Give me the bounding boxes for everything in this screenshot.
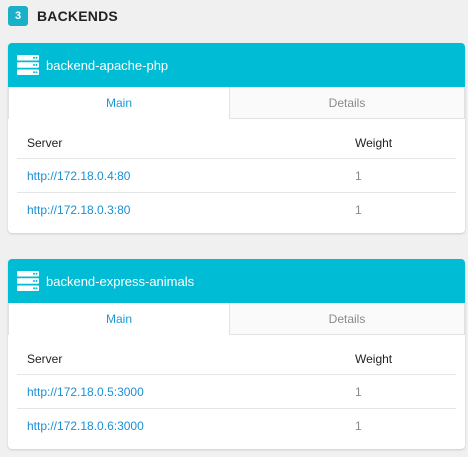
backends-count-badge: 3	[8, 6, 28, 26]
backend-tabs: Main Details	[8, 87, 465, 119]
backend-card-header: backend-express-animals	[8, 259, 465, 303]
table-row: http://172.18.0.5:3000 1	[17, 375, 456, 409]
column-header-server: Server	[27, 135, 63, 150]
table-row: http://172.18.0.3:80 1	[17, 193, 456, 226]
section-header: 3 BACKENDS	[8, 5, 118, 27]
tab-main[interactable]: Main	[8, 87, 230, 119]
servers-table: Server Weight http://172.18.0.5:3000 1 h…	[8, 343, 465, 442]
backend-card: backend-express-animals Main Details Ser…	[8, 259, 465, 449]
server-icon	[17, 55, 39, 75]
server-url-link[interactable]: http://172.18.0.5:3000	[17, 385, 355, 399]
server-weight: 1	[355, 202, 362, 217]
section-title: BACKENDS	[37, 8, 118, 24]
backend-card-header: backend-apache-php	[8, 43, 465, 87]
server-icon	[17, 271, 39, 291]
tab-main[interactable]: Main	[8, 303, 230, 335]
server-url-link[interactable]: http://172.18.0.6:3000	[17, 419, 355, 433]
column-header-server: Server	[27, 351, 63, 366]
table-header-row: Server Weight	[17, 343, 456, 375]
server-weight: 1	[355, 418, 362, 433]
servers-table: Server Weight http://172.18.0.4:80 1 htt…	[8, 127, 465, 226]
column-header-weight: Weight	[355, 135, 393, 150]
server-url-link[interactable]: http://172.18.0.4:80	[17, 169, 355, 183]
server-weight: 1	[355, 168, 362, 183]
backend-name: backend-apache-php	[46, 57, 169, 73]
table-row: http://172.18.0.4:80 1	[17, 159, 456, 193]
column-header-weight: Weight	[355, 351, 393, 366]
tab-details[interactable]: Details	[230, 303, 465, 335]
tab-details[interactable]: Details	[230, 87, 465, 119]
backend-tabs: Main Details	[8, 303, 465, 335]
backend-card: backend-apache-php Main Details Server W…	[8, 43, 465, 233]
table-header-row: Server Weight	[17, 127, 456, 159]
backend-name: backend-express-animals	[46, 273, 195, 289]
table-row: http://172.18.0.6:3000 1	[17, 409, 456, 442]
server-weight: 1	[355, 384, 362, 399]
server-url-link[interactable]: http://172.18.0.3:80	[17, 203, 355, 217]
